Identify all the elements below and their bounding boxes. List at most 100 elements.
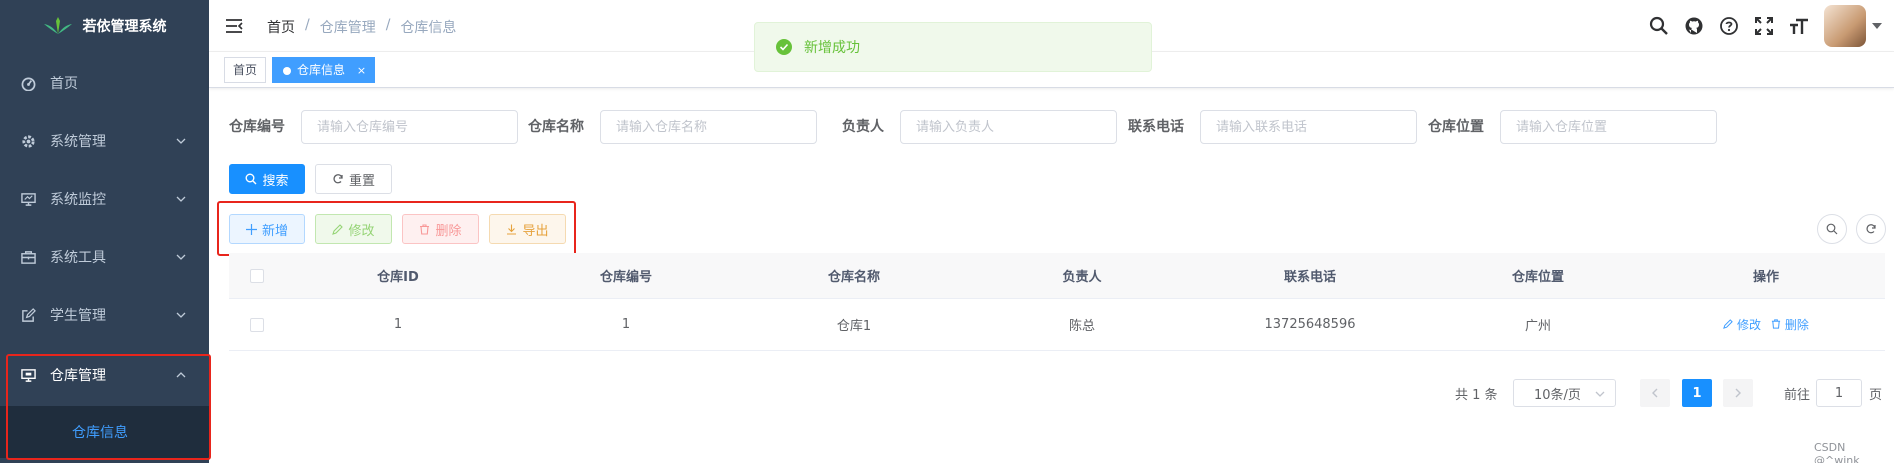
font-size-icon[interactable]: [1781, 0, 1816, 52]
edit-icon: [20, 307, 36, 323]
field-label-warehouse-code: 仓库编号: [229, 119, 285, 135]
chevron-right-icon: [1735, 388, 1741, 398]
add-button[interactable]: 新增: [229, 214, 305, 244]
row-delete-label: 删除: [1784, 318, 1809, 332]
select-all-checkbox[interactable]: [249, 268, 264, 283]
breadcrumb: 首页 / 仓库管理 / 仓库信息: [267, 17, 456, 37]
table-header: 仓库ID 仓库编号 仓库名称 负责人 联系电话 仓库位置 操作: [229, 253, 1885, 299]
logo-icon: [43, 17, 72, 34]
column-header: 操作: [1752, 270, 1779, 285]
table-row: 1 1 仓库1 陈总 13725648596 广州 修改 删除: [229, 299, 1885, 351]
sidebar-item-label: 学生管理: [50, 308, 106, 324]
field-label-location: 仓库位置: [1428, 119, 1484, 135]
reset-button-label: 重置: [348, 173, 375, 189]
avatar[interactable]: [1824, 5, 1866, 47]
help-icon[interactable]: [1711, 0, 1746, 52]
monitor-icon: [20, 367, 36, 383]
column-header[interactable]: 仓库位置: [1424, 253, 1652, 298]
check-circle-icon: [776, 39, 792, 55]
search-icon[interactable]: [1641, 0, 1676, 52]
row-delete-link[interactable]: 删除: [1771, 316, 1809, 333]
export-button[interactable]: 导出: [489, 214, 566, 244]
sidebar-item-system[interactable]: 系统管理: [0, 112, 209, 170]
tag-home[interactable]: 首页: [224, 57, 267, 83]
hamburger-icon[interactable]: [225, 18, 243, 34]
dashboard-icon: [20, 75, 36, 91]
sidebar-item-monitor[interactable]: 系统监控: [0, 170, 209, 228]
manager-input[interactable]: [900, 110, 1117, 144]
app-root: 若依管理系统 首页 系统管理 系统监控 系统工具 学生管理 仓库管理 仓库信息 …: [0, 0, 1894, 463]
breadcrumb-separator: /: [305, 17, 310, 33]
goto-prefix: 前往: [1784, 387, 1811, 403]
search-icon: [1826, 223, 1838, 235]
tag-warehouse-info[interactable]: 仓库信息 ×: [272, 57, 376, 83]
field-label-warehouse-name: 仓库名称: [528, 119, 584, 135]
navbar-right: [1641, 0, 1894, 52]
delete-button[interactable]: 删除: [402, 214, 479, 244]
column-header[interactable]: 仓库ID: [284, 253, 512, 298]
next-page-button[interactable]: [1723, 379, 1753, 407]
toast-message: 新增成功: [804, 40, 860, 56]
sidebar-item-label: 系统监控: [50, 192, 106, 208]
success-toast: 新增成功: [754, 22, 1152, 72]
search-icon: [245, 173, 257, 185]
row-edit-label: 修改: [1736, 318, 1761, 332]
location-input[interactable]: [1500, 110, 1717, 144]
logo[interactable]: 若依管理系统: [0, 0, 209, 52]
download-icon: [507, 224, 517, 235]
github-icon[interactable]: [1676, 0, 1711, 52]
refresh-icon: [1866, 224, 1876, 234]
breadcrumb-home[interactable]: 首页: [267, 17, 295, 37]
pagination-total: 共 1 条: [1455, 387, 1498, 403]
page-number-button[interactable]: 1: [1682, 379, 1712, 407]
edit-button[interactable]: 修改: [315, 214, 392, 244]
close-icon[interactable]: ×: [357, 64, 366, 77]
breadcrumb-separator: /: [385, 17, 391, 33]
sidebar-item-students[interactable]: 学生管理: [0, 286, 209, 344]
breadcrumb-warehouse-manage: 仓库管理: [319, 20, 376, 36]
sidebar-item-label: 仓库管理: [50, 368, 106, 384]
caret-down-icon[interactable]: [1872, 23, 1882, 29]
field-label-manager: 负责人: [842, 119, 884, 135]
reset-button[interactable]: 重置: [315, 164, 392, 194]
app-title: 若依管理系统: [82, 19, 167, 35]
toolbox-icon: [20, 249, 36, 265]
toggle-search-button[interactable]: [1817, 214, 1847, 244]
breadcrumb-warehouse-info: 仓库信息: [400, 20, 457, 36]
warehouse-code-input[interactable]: [301, 110, 518, 144]
search-button[interactable]: 搜索: [229, 164, 305, 194]
chevron-down-icon: [176, 254, 186, 260]
warehouse-name-input[interactable]: [600, 110, 817, 144]
column-header[interactable]: 负责人: [968, 253, 1196, 298]
sidebar-item-warehouse[interactable]: 仓库管理: [0, 346, 209, 404]
sidebar-item-tools[interactable]: 系统工具: [0, 228, 209, 286]
watermark: CSDN @^wink: [1814, 441, 1860, 463]
sidebar-item-home[interactable]: 首页: [0, 54, 209, 112]
phone-input[interactable]: [1200, 110, 1417, 144]
plus-icon: [245, 223, 257, 235]
row-edit-link[interactable]: 修改: [1723, 316, 1761, 333]
table-cell: 广州: [1524, 319, 1551, 334]
refresh-table-button[interactable]: [1856, 214, 1886, 244]
edit-icon: [1723, 319, 1733, 329]
trash-icon: [420, 223, 430, 235]
goto-page-input[interactable]: 1: [1816, 379, 1862, 407]
prev-page-button[interactable]: [1640, 379, 1670, 407]
refresh-icon: [333, 174, 343, 184]
sidebar-subitem-warehouse-info[interactable]: 仓库信息: [0, 406, 209, 458]
tag-label: 仓库信息: [297, 63, 346, 77]
fullscreen-icon[interactable]: [1746, 0, 1781, 52]
column-header[interactable]: 仓库名称: [740, 253, 968, 298]
export-button-label: 导出: [522, 223, 549, 239]
search-button-label: 搜索: [262, 173, 289, 189]
sidebar: 若依管理系统 首页 系统管理 系统监控 系统工具 学生管理 仓库管理 仓库信息: [0, 0, 209, 463]
column-header[interactable]: 联系电话: [1196, 253, 1424, 298]
add-button-label: 新增: [261, 223, 288, 239]
table-cell: 1: [621, 317, 631, 332]
row-checkbox[interactable]: [249, 317, 264, 332]
delete-button-label: 删除: [435, 223, 462, 239]
page-size-select[interactable]: 10条/页: [1513, 379, 1616, 407]
sidebar-item-label: 系统管理: [50, 134, 106, 150]
column-header[interactable]: 仓库编号: [512, 253, 740, 298]
monitor-icon: [20, 191, 36, 207]
